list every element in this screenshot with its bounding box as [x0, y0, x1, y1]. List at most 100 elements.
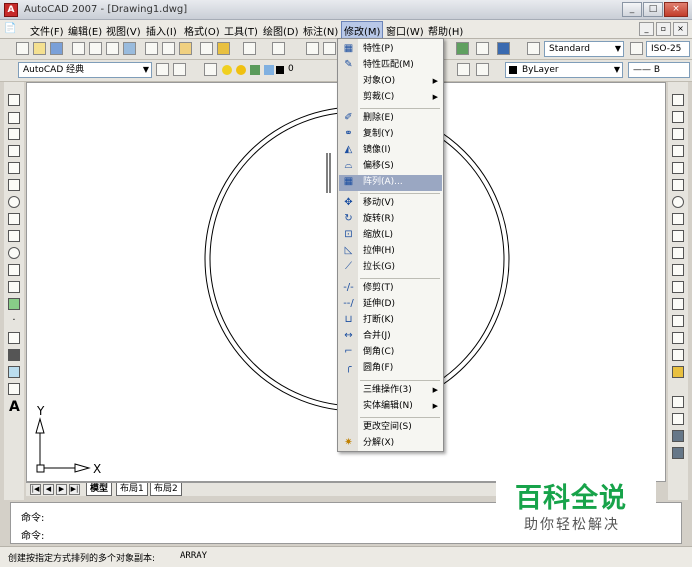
- layer-manager-icon[interactable]: [204, 63, 217, 76]
- open-icon[interactable]: [33, 42, 46, 55]
- menu-item-trim[interactable]: -/- 修剪(T): [339, 281, 442, 297]
- menu-item-object[interactable]: 对象(O) ▶: [339, 74, 442, 90]
- menu-tools[interactable]: 工具(T): [224, 23, 258, 38]
- autocad-app-icon[interactable]: A: [4, 3, 18, 17]
- polygon-icon[interactable]: [8, 145, 20, 157]
- menu-edit[interactable]: 编辑(E): [68, 23, 102, 38]
- workspace-combo[interactable]: AutoCAD 经典 ▼: [18, 62, 152, 78]
- menu-item-match-properties[interactable]: ✎ 特性匹配(M): [339, 58, 442, 74]
- copy-tool-icon[interactable]: [672, 111, 684, 123]
- menu-item-fillet[interactable]: ╭ 圆角(F): [339, 361, 442, 377]
- mirror-tool-icon[interactable]: [672, 128, 684, 140]
- menu-draw[interactable]: 绘图(D): [263, 23, 299, 38]
- plot-preview-icon[interactable]: [89, 42, 102, 55]
- pan-icon[interactable]: [306, 42, 319, 55]
- dim-style-combo[interactable]: ISO-25: [646, 41, 690, 57]
- next-tab-icon[interactable]: ▶: [56, 484, 67, 495]
- first-tab-icon[interactable]: |◀: [30, 484, 41, 495]
- menu-file[interactable]: 文件(F): [30, 23, 64, 38]
- gradient-icon[interactable]: [8, 349, 20, 361]
- redo-icon[interactable]: [272, 42, 285, 55]
- doc-restore-button[interactable]: ▫: [656, 22, 671, 36]
- line-icon[interactable]: [8, 94, 20, 106]
- draw-order-under-icon[interactable]: [672, 447, 684, 459]
- command-prompt[interactable]: 命令:: [21, 527, 44, 542]
- cut-icon[interactable]: [145, 42, 158, 55]
- tab-model[interactable]: 模型: [86, 483, 113, 496]
- menu-item-explode[interactable]: ✷ 分解(X): [339, 436, 442, 452]
- multiline-text-icon[interactable]: A: [9, 399, 20, 415]
- paste-icon[interactable]: [179, 42, 192, 55]
- break-at-point-icon[interactable]: [672, 281, 684, 293]
- make-block-icon[interactable]: [8, 298, 20, 310]
- polyline-icon[interactable]: [8, 128, 20, 140]
- menu-view[interactable]: 视图(V): [106, 23, 141, 38]
- rectangle-icon[interactable]: [8, 162, 20, 174]
- menu-item-offset[interactable]: ⌓ 偏移(S): [339, 159, 442, 175]
- revision-cloud-icon[interactable]: [8, 213, 20, 225]
- text-style-icon[interactable]: [527, 42, 540, 55]
- region-icon[interactable]: [8, 366, 20, 378]
- construction-line-icon[interactable]: [8, 112, 20, 124]
- layer-on-icon[interactable]: [222, 65, 232, 75]
- rotate-tool-icon[interactable]: [672, 196, 684, 208]
- block-editor-icon[interactable]: [217, 42, 230, 55]
- menu-window[interactable]: 窗口(W): [386, 23, 424, 38]
- menu-item-lengthen[interactable]: ⟋ 拉长(G): [339, 260, 442, 276]
- point-icon[interactable]: ·: [8, 315, 20, 327]
- menu-item-move[interactable]: ✥ 移动(V): [339, 196, 442, 212]
- trim-tool-icon[interactable]: [672, 247, 684, 259]
- match-prop-icon[interactable]: [200, 42, 213, 55]
- undo-icon[interactable]: [243, 42, 256, 55]
- linetype-combo[interactable]: —— B: [628, 62, 690, 78]
- menu-item-erase[interactable]: ✐ 删除(E): [339, 111, 442, 127]
- menu-item-mirror[interactable]: ◭ 镜像(I): [339, 143, 442, 159]
- layer-plot-icon[interactable]: [264, 65, 274, 75]
- workspace-settings-icon[interactable]: [156, 63, 169, 76]
- layer-previous-icon[interactable]: [476, 63, 489, 76]
- calculator-icon[interactable]: [476, 42, 489, 55]
- extend-tool-icon[interactable]: [672, 264, 684, 276]
- window-maximize-button[interactable]: □: [643, 2, 663, 17]
- menu-item-join[interactable]: ↔ 合并(J): [339, 329, 442, 345]
- menu-help[interactable]: 帮助(H): [428, 23, 463, 38]
- menu-item-stretch[interactable]: ◺ 拉伸(H): [339, 244, 442, 260]
- menu-format[interactable]: 格式(O): [184, 23, 220, 38]
- menu-item-array[interactable]: ▦ 阵列(A)...: [339, 175, 442, 191]
- doc-minimize-button[interactable]: _: [639, 22, 654, 36]
- help-icon[interactable]: [497, 42, 510, 55]
- sheet-set-icon[interactable]: [456, 42, 469, 55]
- print-icon[interactable]: [72, 42, 85, 55]
- tab-layout2[interactable]: 布局2: [150, 483, 182, 496]
- dim-style-icon[interactable]: [630, 42, 643, 55]
- last-tab-icon[interactable]: ▶|: [69, 484, 80, 495]
- text-style-combo[interactable]: Standard ▼: [544, 41, 624, 57]
- copy-clip-icon[interactable]: [162, 42, 175, 55]
- fillet-tool-icon[interactable]: [672, 349, 684, 361]
- array-tool-icon[interactable]: [672, 162, 684, 174]
- menu-item-clip[interactable]: 剪裁(C) ▶: [339, 90, 442, 106]
- layer-lock-icon[interactable]: [250, 65, 260, 75]
- make-layer-current-icon[interactable]: [457, 63, 470, 76]
- window-minimize-button[interactable]: _: [622, 2, 642, 17]
- doc-close-button[interactable]: ×: [673, 22, 688, 36]
- explode-tool-icon[interactable]: [672, 366, 684, 378]
- new-icon[interactable]: [16, 42, 29, 55]
- color-combo[interactable]: ByLayer ▼: [505, 62, 623, 78]
- ellipse-arc-icon[interactable]: [8, 264, 20, 276]
- menu-item-copy[interactable]: ⚭ 复制(Y): [339, 127, 442, 143]
- menu-item-rotate[interactable]: ↻ 旋转(R): [339, 212, 442, 228]
- workspace-save-icon[interactable]: [173, 63, 186, 76]
- menu-item-chamfer[interactable]: ⌐ 倒角(C): [339, 345, 442, 361]
- stretch-tool-icon[interactable]: [672, 230, 684, 242]
- window-close-button[interactable]: ×: [664, 2, 688, 17]
- move-tool-icon[interactable]: [672, 179, 684, 191]
- tab-layout1[interactable]: 布局1: [116, 483, 148, 496]
- spline-icon[interactable]: [8, 230, 20, 242]
- table-icon[interactable]: [8, 383, 20, 395]
- prev-tab-icon[interactable]: ◀: [43, 484, 54, 495]
- menu-insert[interactable]: 插入(I): [146, 23, 177, 38]
- save-icon[interactable]: [50, 42, 63, 55]
- layer-freeze-icon[interactable]: [236, 65, 246, 75]
- draw-order-back-icon[interactable]: [672, 413, 684, 425]
